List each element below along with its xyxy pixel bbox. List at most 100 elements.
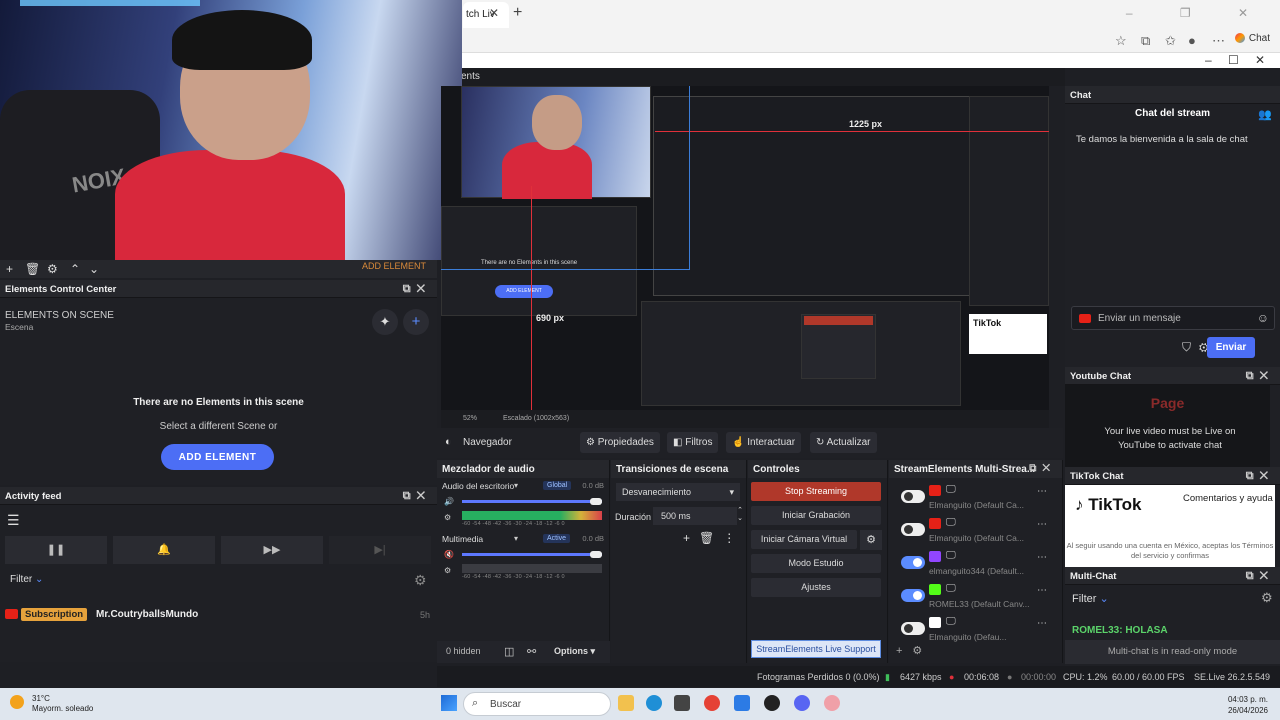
more-icon[interactable]: ⋯ [1037,519,1047,530]
new-tab-button[interactable]: + [513,4,522,22]
tab-close-icon[interactable]: ✕ [489,6,499,20]
destination-row[interactable]: 🖵 ROMEL33 (Default Canv... ⋯ [889,581,1053,611]
refresh-button[interactable]: ↻ Actualizar [810,432,877,453]
gear-icon[interactable]: ⚙ [1261,590,1273,606]
users-icon[interactable]: 👥 [1258,108,1272,121]
pause-button[interactable]: ❚❚ [5,536,107,564]
virtual-camera-button[interactable]: Iniciar Cámara Virtual [751,530,857,549]
weather-widget[interactable]: 31°C Mayorm. soleado [32,694,93,714]
stop-streaming-button[interactable]: Stop Streaming [751,482,881,501]
dock-controls[interactable]: ⧉✕ [403,490,431,503]
properties-button[interactable]: ⚙ Propiedades [580,432,660,453]
settings-icon[interactable]: ⚙ [444,566,451,575]
terminal-icon[interactable] [674,695,690,711]
gear-icon[interactable]: ⚙ [860,530,882,550]
transition-select[interactable]: Desvanecimiento ▾ [616,483,740,501]
more-icon[interactable]: ⋯ [1037,585,1047,596]
profile-avatar[interactable]: ● [1188,33,1196,48]
link-icon[interactable]: ⚯ [527,645,536,658]
more-icon[interactable]: ⋯ [1037,552,1047,563]
more-icon[interactable]: ⋯ [1037,486,1047,497]
favorites-icon[interactable]: ✩ [1165,33,1176,49]
clock[interactable]: 04:03 p. m. 26/04/2026 [1228,694,1268,716]
more-icon[interactable]: ⋯ [1037,618,1047,629]
skip-button[interactable]: ▶▶ [221,536,323,564]
scale-mode[interactable]: Escalado (1002x563) [503,415,569,422]
menu-icon[interactable]: ☰ [7,512,20,529]
trash-icon[interactable]: 🗑 [25,262,40,276]
chevron-down-icon[interactable]: ⌄ [89,262,99,276]
dock-controls[interactable]: ⧉✕ [1246,470,1274,483]
destination-toggle[interactable] [901,556,925,569]
filter-dropdown[interactable]: Filter ⌄ [10,574,43,585]
hidden-count[interactable]: 0 hidden [446,646,481,656]
minimize-button[interactable]: – [1205,53,1212,67]
edge-icon[interactable] [646,695,662,711]
copilot-chat-button[interactable]: Chat [1234,33,1270,44]
channel-menu-icon[interactable]: ▾ [514,481,518,490]
add-element-link[interactable]: ADD ELEMENT [362,261,426,271]
duration-input[interactable]: 500 ms ⌃ ⌄ [653,507,743,525]
speaker-icon[interactable]: 🔊 [444,497,454,506]
layout-icon[interactable]: ◫ [504,645,514,658]
star-icon[interactable]: ☆ [1115,33,1127,49]
studio-mode-button[interactable]: Modo Estudio [751,554,881,573]
extensions-icon[interactable]: ⧉ [1141,33,1150,49]
interact-button[interactable]: ☝ Interactuar [726,432,802,453]
add-element-button[interactable]: ADD ELEMENT [161,444,274,470]
plus-icon[interactable]: + [403,309,429,335]
browser-tab[interactable]: tch Liv [463,2,509,28]
volume-knob[interactable] [590,551,602,558]
weather-icon[interactable] [10,695,24,709]
add-icon[interactable]: + [6,262,13,276]
transition-actions[interactable]: +🗑⋮ [683,531,744,545]
chevron-up-icon[interactable]: ⌃ [70,262,80,276]
destination-toggle[interactable] [901,622,925,635]
browser-window-controls[interactable]: – ❐ ✕ [1126,6,1270,20]
maximize-button[interactable]: ☐ [1228,53,1239,67]
chatgpt-icon[interactable] [764,695,780,711]
destination-row[interactable]: 🖵 Elmanguito (Defau... ⋯ [889,614,1053,644]
chrome-icon[interactable] [704,695,720,711]
zoom-level[interactable]: 52% [463,415,477,422]
filters-button[interactable]: ◧ Filtros [667,432,719,453]
start-recording-button[interactable]: Iniciar Grabación [751,506,881,525]
obs-preview[interactable]: There are no Elements in this scene ADD … [441,86,1049,410]
bell-button[interactable]: 🔔 [113,536,215,564]
close-button[interactable]: ✕ [1255,53,1265,67]
settings-icon[interactable]: ⚙ [444,513,451,522]
send-button[interactable]: Enviar [1207,337,1255,358]
volume-slider[interactable] [462,553,602,556]
channel-menu-icon[interactable]: ▾ [514,534,518,543]
streamelements-icon[interactable] [824,695,840,711]
emoji-icon[interactable]: ☺ [1257,311,1269,325]
options-dropdown[interactable]: Options ▾ [554,646,595,657]
destination-toggle[interactable] [901,490,925,503]
gear-icon[interactable]: ⚙ [414,572,427,589]
dock-controls[interactable]: ⧉✕ [1029,463,1056,474]
stepper-icon[interactable]: ⌃ ⌄ [737,507,743,523]
dock-controls[interactable]: ⧉✕ [1246,570,1274,583]
gear-icon[interactable]: ⚙ [47,262,58,276]
multistream-footer-icons[interactable]: +⚙ [896,644,932,657]
next-button[interactable]: ▶| [329,536,431,564]
destination-row[interactable]: 🖵 Elmanguito (Default Ca... ⋯ [889,482,1053,512]
destination-toggle[interactable] [901,589,925,602]
store-icon[interactable] [734,695,750,711]
dock-controls[interactable]: ⧉✕ [1246,370,1274,383]
file-explorer-icon[interactable] [618,695,634,711]
destination-row[interactable]: 🖵 elmanguito344 (Default... ⋯ [889,548,1053,578]
sparkle-icon[interactable]: ✦ [372,309,398,335]
settings-button[interactable]: Ajustes [751,578,881,597]
start-button[interactable] [441,695,457,711]
destination-toggle[interactable] [901,523,925,536]
destination-row[interactable]: 🖵 Elmanguito (Default Ca... ⋯ [889,515,1053,545]
live-support-button[interactable]: StreamElements Live Support [751,640,881,658]
more-icon[interactable]: ⋯ [1212,33,1225,49]
feed-item[interactable]: Subscription Mr.CoutryballsMundo 5h [5,608,433,624]
dock-controls[interactable]: ⧉✕ [403,283,431,296]
volume-slider[interactable] [462,500,602,503]
filter-dropdown[interactable]: Filter ⌄ [1072,592,1109,605]
muted-speaker-icon[interactable]: 🔇 [444,550,454,559]
volume-knob[interactable] [590,498,602,505]
